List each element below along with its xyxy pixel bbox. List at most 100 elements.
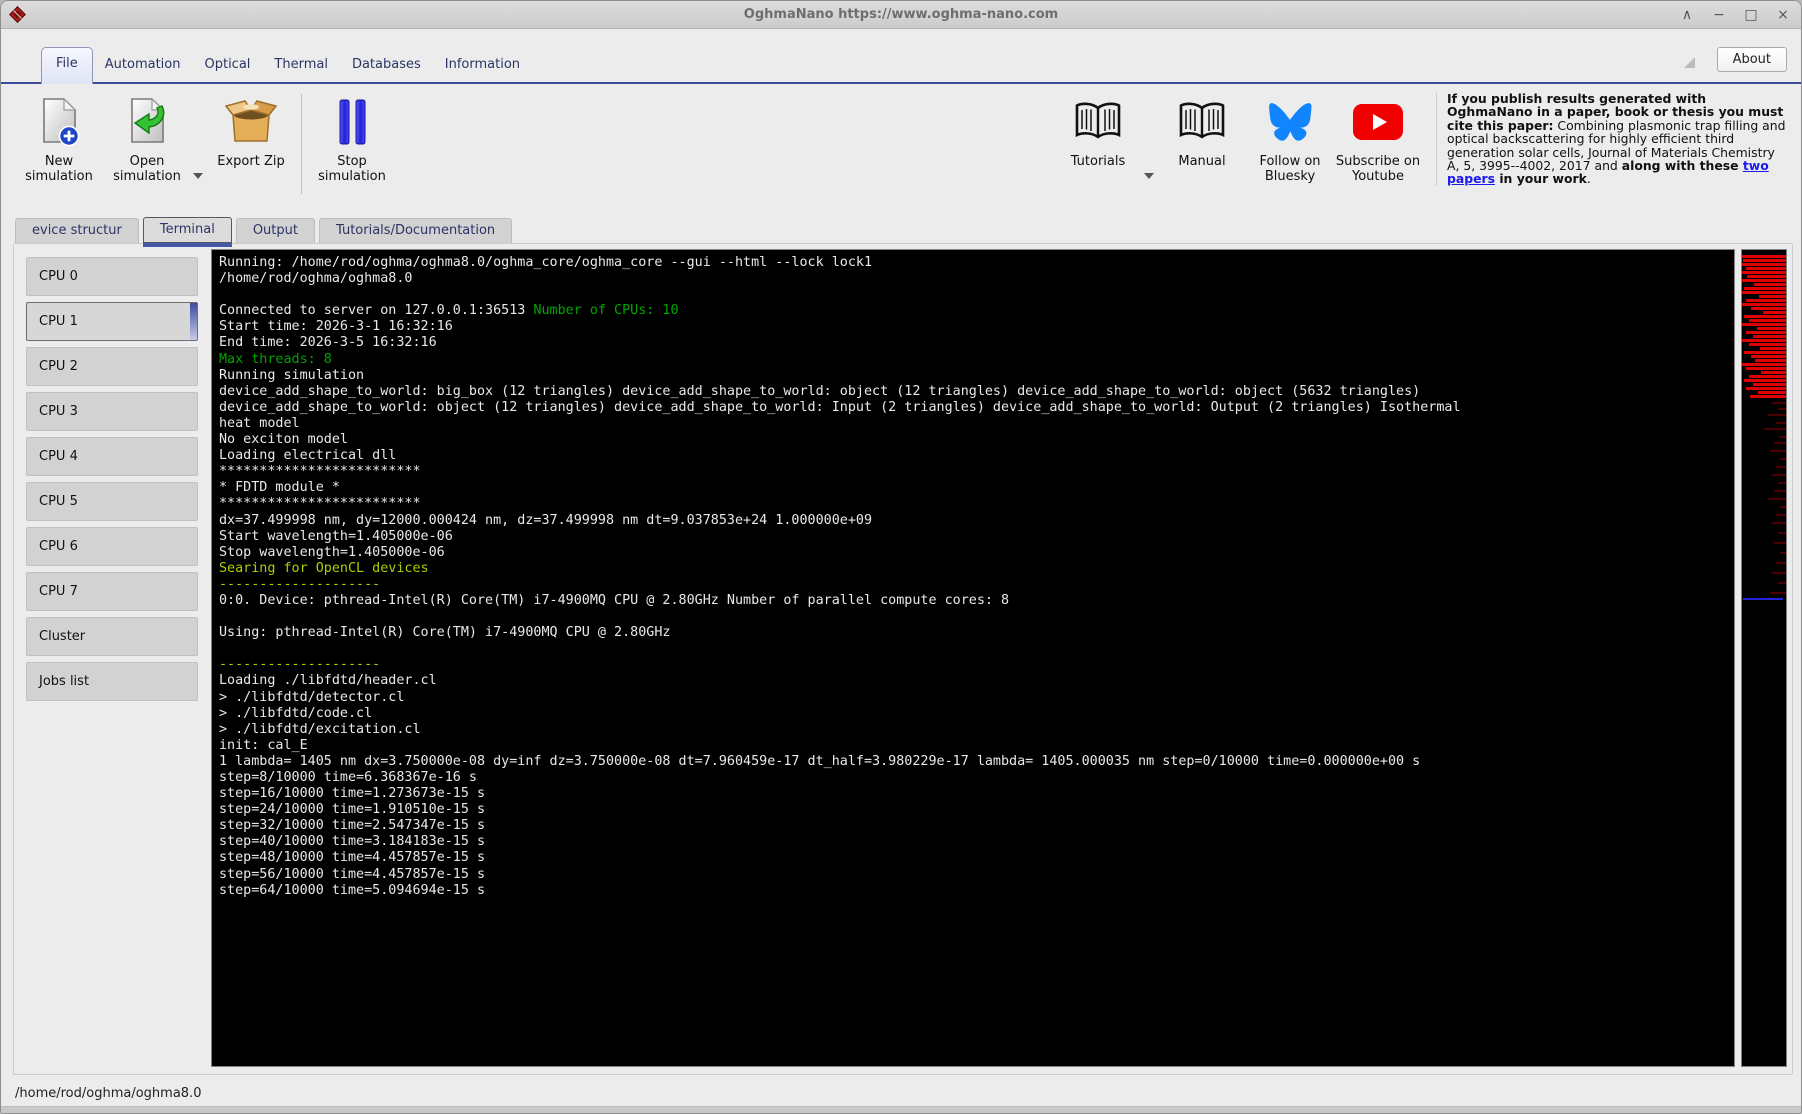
minimap-activity-bar [1746,331,1786,334]
export-zip-label: Export Zip [217,154,285,169]
minimap-activity-bar [1754,283,1786,286]
terminal-line: Using: pthread-Intel(R) Core(TM) i7-4900… [219,625,671,641]
sidebar-item-cpu-2[interactable]: CPU 2 [26,347,198,386]
minimap-activity-bar [1750,395,1786,398]
terminal-line: -------------------- [219,576,381,592]
terminal-output[interactable]: Running: /home/rod/oghma/oghma8.0/oghma_… [211,249,1735,1067]
stop-simulation-label: Stop simulation [318,154,386,184]
terminal-line: Running simulation [219,367,365,383]
terminal-line: ************************* [219,464,421,480]
minimap-activity-bar [1742,339,1786,342]
terminal-line: Searing for OpenCL devices [219,560,429,576]
minimap-activity-bar [1746,299,1786,302]
terminal-line: ************************* [219,496,421,512]
tutorials-button[interactable]: Tutorials [1054,94,1142,169]
minimap-streak [1780,552,1786,554]
terminal-line: End time: 2026-3-5 16:32:16 [219,335,437,351]
maximize-button[interactable]: □ [1743,8,1759,22]
subscribe-youtube-button[interactable]: Subscribe on Youtube [1334,94,1422,184]
minimap-streak [1772,572,1786,574]
menu-tab-file[interactable]: File [41,47,93,84]
shade-button[interactable]: ∧ [1679,8,1695,22]
terminal-line: Connected to server on 127.0.0.1:36513 N… [219,303,679,319]
statusbar: /home/rod/oghma/oghma8.0 [1,1079,1801,1108]
new-simulation-button[interactable]: New simulation [15,94,103,184]
terminal-line: init: cal_E [219,737,308,753]
cpu-activity-minimap[interactable] [1741,249,1787,1067]
follow-bluesky-button[interactable]: Follow on Bluesky [1246,94,1334,184]
minimap-streak [1776,422,1786,424]
doc-tab-terminal[interactable]: Terminal [142,217,232,247]
minimap-activity-bar [1763,311,1786,314]
minimap-streak [1780,458,1786,460]
terminal-line: step=32/10000 time=2.547347e-15 s [219,818,486,834]
terminal-line: > ./libfdtd/code.cl [219,705,373,721]
sidebar-item-cpu-5[interactable]: CPU 5 [26,482,198,521]
terminal-line: -------------------- [219,657,381,673]
minimap-activity-bar [1760,347,1786,350]
doc-tab-evice-structur[interactable]: evice structur [15,218,139,243]
terminal-line: 1 lambda= 1405 nm dx=3.750000e-08 dy=inf… [219,753,1421,769]
export-zip-button[interactable]: Export Zip [207,94,295,169]
app-logo-icon [9,6,26,23]
titlebar: OghmaNano https://www.oghma-nano.com ∧ −… [1,1,1801,29]
tutorials-dropdown-arrow[interactable] [1144,173,1154,179]
about-button[interactable]: About [1716,47,1787,72]
youtube-play-icon [1353,104,1403,140]
sidebar-item-cpu-1[interactable]: CPU 1 [26,302,198,341]
app-window: OghmaNano https://www.oghma-nano.com ∧ −… [0,0,1802,1114]
minimap-streak [1774,442,1786,444]
new-simulation-icon [43,97,80,147]
menu-tab-databases[interactable]: Databases [340,49,433,84]
sidebar-item-cpu-4[interactable]: CPU 4 [26,437,198,476]
manual-button[interactable]: Manual [1158,94,1246,169]
stop-simulation-button[interactable]: Stop simulation [308,94,396,184]
tutorials-label: Tutorials [1070,154,1126,169]
sidebar-item-cpu-6[interactable]: CPU 6 [26,527,198,566]
sidebar-item-jobs-list[interactable]: Jobs list [26,662,198,701]
minimap-streak [1776,562,1786,564]
terminal-line: Loading ./libfdtd/header.cl [219,673,437,689]
sidebar-item-cluster[interactable]: Cluster [26,617,198,656]
minimap-activity-bar [1749,375,1786,378]
sidebar-item-cpu-0[interactable]: CPU 0 [26,257,198,296]
minimap-streak [1770,592,1786,594]
sidebar-item-cpu-7[interactable]: CPU 7 [26,572,198,611]
window-bottom-edge [1,1106,1801,1113]
terminal-line: step=40/10000 time=3.184183e-15 s [219,834,486,850]
minimap-activity-bar [1744,315,1786,318]
minimap-activity-bar [1746,267,1786,270]
doc-tab-tutorials-documentation[interactable]: Tutorials/Documentation [319,218,513,243]
minimap-activity-bar [1742,323,1786,326]
close-button[interactable]: × [1775,8,1791,22]
minimap-activity-bar [1742,279,1786,282]
minimap-activity-bar [1744,379,1786,382]
sidebar-item-cpu-3[interactable]: CPU 3 [26,392,198,431]
export-zip-icon [224,100,278,142]
minimap-activity-bar [1751,355,1786,358]
menu-tab-information[interactable]: Information [433,49,532,84]
citation-text: If you publish results generated with Og… [1436,92,1791,186]
minimap-activity-bar [1749,343,1786,346]
menu-tab-automation[interactable]: Automation [93,49,193,84]
minimap-activity-bar [1747,275,1786,278]
doc-tab-output[interactable]: Output [235,218,315,243]
terminal-line: step=48/10000 time=4.457857e-15 s [219,850,486,866]
terminal-line: Loading electrical dll [219,448,397,464]
menu-tab-optical[interactable]: Optical [192,49,262,84]
terminal-line: 0:0. Device: pthread-Intel(R) Core(TM) i… [219,592,1010,608]
manual-label: Manual [1178,154,1226,169]
open-simulation-dropdown-arrow[interactable] [193,173,203,179]
terminal-line: * FDTD module * [219,480,340,496]
window-title: OghmaNano https://www.oghma-nano.com [743,7,1059,22]
menu-tab-thermal[interactable]: Thermal [262,49,340,84]
minimap-activity-bar [1749,319,1786,322]
minimap-activity-bar [1761,371,1786,374]
stop-simulation-icon [339,99,366,145]
open-simulation-button[interactable]: Open simulation [103,94,191,184]
minimize-button[interactable]: − [1711,8,1727,22]
menu-tabs: File Automation Optical Thermal Databases Inf… [41,47,532,84]
